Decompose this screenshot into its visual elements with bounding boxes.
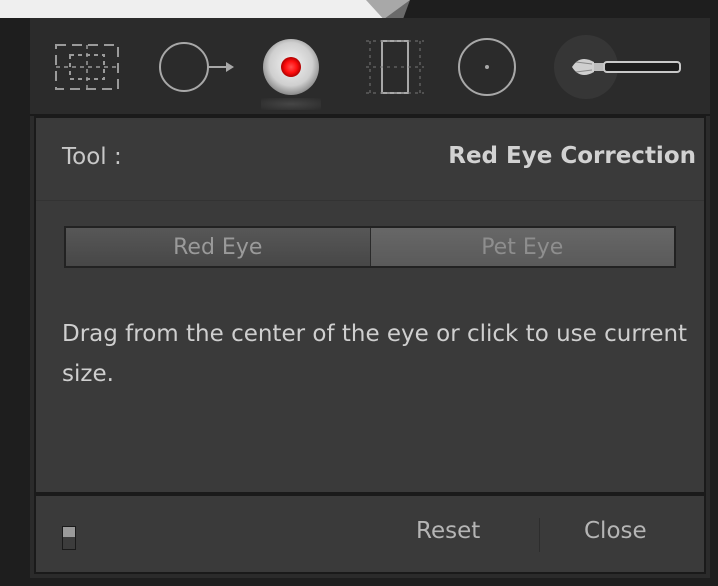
pet-eye-mode-button[interactable]: Pet Eye	[370, 228, 674, 266]
window-tab	[0, 0, 410, 18]
adjustment-brush-icon[interactable]	[550, 35, 690, 99]
radial-filter-icon[interactable]	[454, 36, 520, 98]
help-text: Drag from the center of the eye or click…	[62, 321, 688, 387]
eye-mode-segmented-control: Red Eye Pet Eye	[64, 226, 676, 268]
tool-row: Tool : Red Eye Correction	[36, 118, 704, 201]
spot-removal-icon[interactable]	[156, 36, 242, 98]
red-eye-mode-button[interactable]: Red Eye	[66, 228, 371, 266]
red-eye-icon[interactable]	[256, 36, 326, 98]
graduated-filter-icon[interactable]	[360, 36, 430, 98]
reset-button[interactable]: Reset	[416, 518, 480, 544]
tool-strip	[30, 18, 710, 116]
tool-options: Tool : Red Eye Correction Red Eye Pet Ey…	[34, 116, 706, 494]
panel-footer: Reset Close	[34, 494, 706, 574]
footer-divider	[539, 518, 540, 552]
red-eye-panel: Tool : Red Eye Correction Red Eye Pet Ey…	[30, 18, 710, 578]
tool-label: Tool :	[62, 144, 122, 170]
page: Tool : Red Eye Correction Red Eye Pet Ey…	[0, 0, 718, 586]
crop-grid-icon[interactable]	[52, 36, 122, 98]
close-button[interactable]: Close	[584, 518, 647, 544]
panel-toggle-switch[interactable]	[62, 526, 76, 550]
tool-name: Red Eye Correction	[448, 143, 696, 169]
